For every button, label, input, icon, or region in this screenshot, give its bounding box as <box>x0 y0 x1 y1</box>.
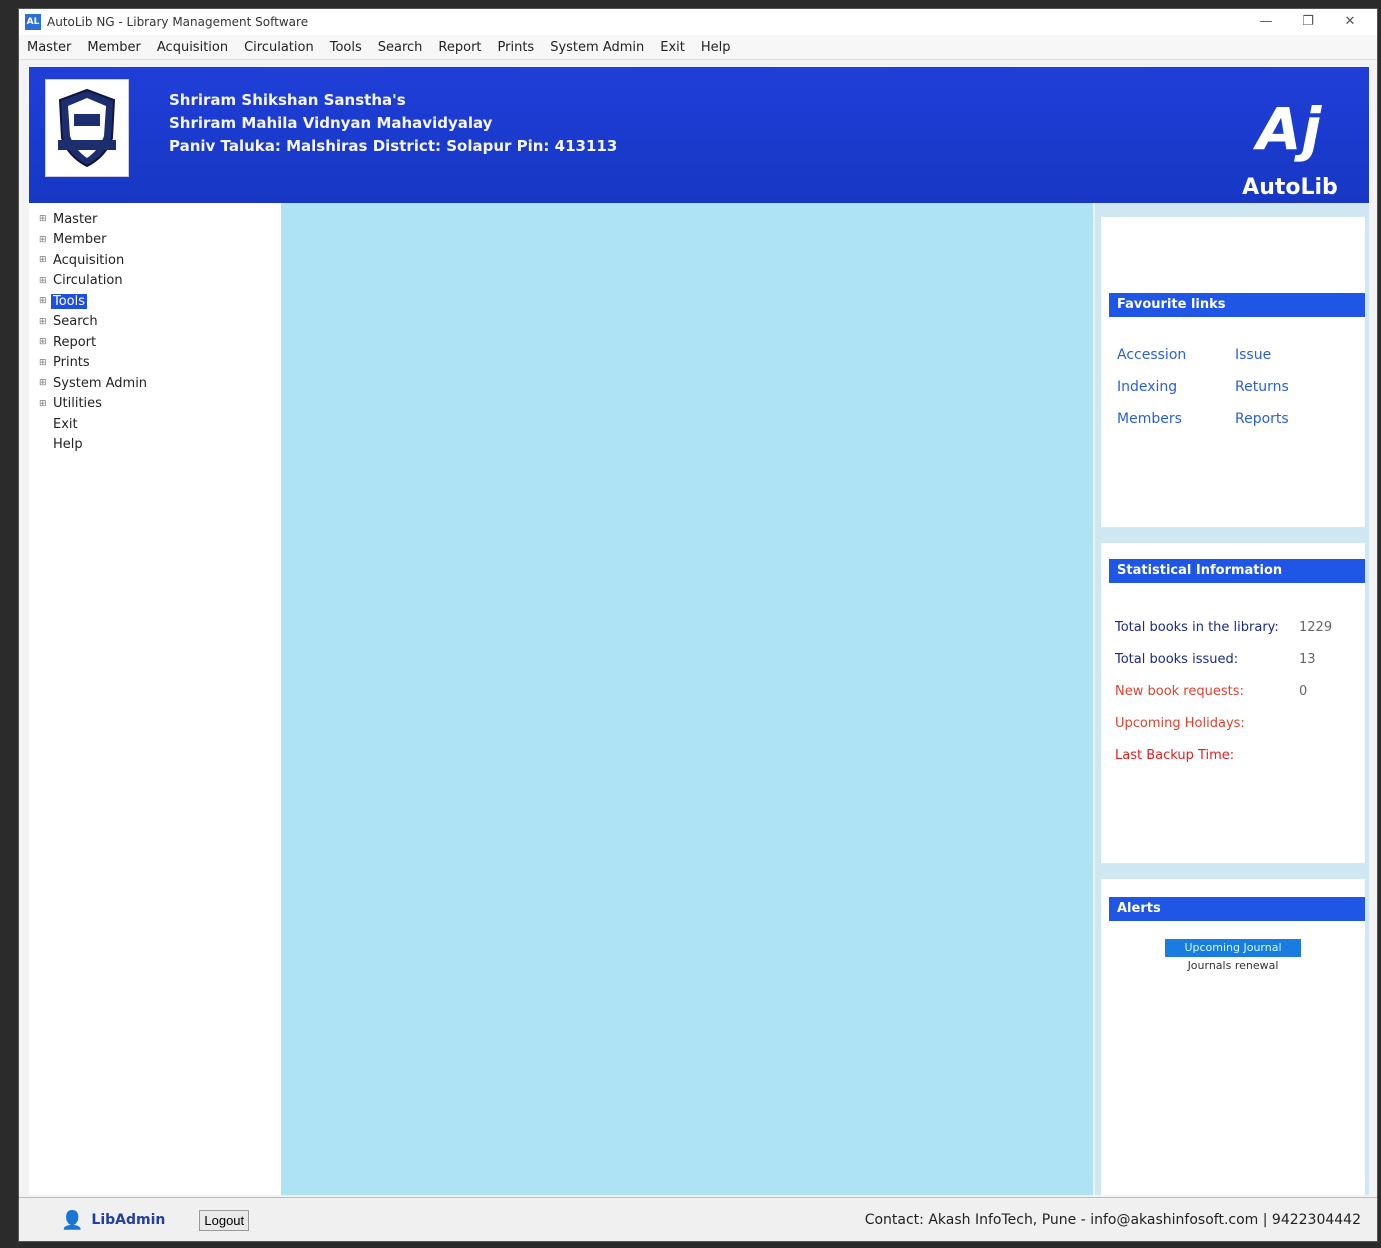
favourite-link-returns[interactable]: Returns <box>1235 379 1345 395</box>
expand-icon[interactable]: ⊞ <box>39 317 51 327</box>
alerts-panel: Alerts Upcoming Journal Journals renewal <box>1101 879 1365 1195</box>
close-icon[interactable]: ✕ <box>1329 11 1371 33</box>
college-logo <box>45 79 129 177</box>
statistics-panel: Statistical Information Total books in t… <box>1101 543 1365 863</box>
sidebar-item-label: Utilities <box>53 396 102 412</box>
menu-item-report[interactable]: Report <box>430 40 489 55</box>
expand-icon[interactable]: ⊞ <box>39 214 51 224</box>
expand-icon[interactable]: ⊞ <box>39 337 51 347</box>
app-window: AL AutoLib NG - Library Management Softw… <box>18 8 1378 1242</box>
menu-item-circulation[interactable]: Circulation <box>236 40 322 55</box>
menu-item-help[interactable]: Help <box>693 40 739 55</box>
sidebar-item-acquisition[interactable]: ⊞ Acquisition <box>29 250 281 271</box>
stat-value: 0 <box>1299 683 1308 699</box>
sidebar-item-utilities[interactable]: ⊞ Utilities <box>29 394 281 415</box>
expand-icon[interactable]: ⊞ <box>39 276 51 286</box>
stat-label: Total books in the library: <box>1115 619 1279 635</box>
favourite-links-title: Favourite links <box>1109 293 1365 317</box>
contact-info: Contact: Akash InfoTech, Pune - info@aka… <box>864 1212 1361 1228</box>
expand-icon[interactable]: ⊞ <box>39 358 51 368</box>
institution-details: Shriram Shikshan Sanstha's Shriram Mahila… <box>169 89 617 158</box>
expand-icon[interactable]: ⊞ <box>39 255 51 265</box>
stat-value: 1229 <box>1299 619 1333 635</box>
stat-row: Last Backup Time: <box>1101 739 1365 771</box>
expand-icon[interactable]: ⊞ <box>39 378 51 388</box>
window-title: AutoLib NG - Library Management Software <box>47 15 309 29</box>
status-bar: 👤 LibAdmin Logout Contact: Akash InfoTec… <box>19 1197 1377 1241</box>
sidebar-item-system-admin[interactable]: ⊞ System Admin <box>29 373 281 394</box>
right-panel: Favourite links Accession Issue Indexing Re… <box>1095 203 1369 1195</box>
sidebar-item-label: Circulation <box>53 273 123 289</box>
stat-row: Total books issued: 13 <box>1101 643 1365 675</box>
sidebar-item-label: Acquisition <box>53 252 125 268</box>
favourite-link-reports[interactable]: Reports <box>1235 411 1345 427</box>
sidebar-item-label: Exit <box>53 416 78 432</box>
user-icon: 👤 <box>61 1209 84 1231</box>
menu-item-search[interactable]: Search <box>370 40 431 55</box>
favourite-link-accession[interactable]: Accession <box>1117 347 1235 363</box>
stat-label: New book requests: <box>1115 683 1244 699</box>
window-controls: — ❐ ✕ <box>1245 11 1371 33</box>
sidebar-item-help[interactable]: Help <box>29 435 281 456</box>
header-line: Paniv Taluka: Malshiras District: Solapu… <box>169 137 618 155</box>
stat-row: New book requests: 0 <box>1101 675 1365 707</box>
alerts-title: Alerts <box>1109 897 1365 921</box>
alert-subtext: Journals renewal <box>1187 959 1279 972</box>
institution-header: Shriram Shikshan Sanstha's Shriram Mahila… <box>29 67 1369 203</box>
sidebar-item-label: Report <box>53 334 97 350</box>
stat-label: Last Backup Time: <box>1115 747 1235 763</box>
brand-name: AutoLib <box>1242 175 1338 200</box>
alert-badge[interactable]: Upcoming Journal <box>1165 939 1301 957</box>
logout-button[interactable]: Logout <box>199 1209 250 1231</box>
autolib-logo-icon: Aj <box>1256 95 1322 163</box>
sidebar-item-label: Prints <box>53 355 90 371</box>
menu-item-system-admin[interactable]: System Admin <box>542 40 652 55</box>
menu-item-tools[interactable]: Tools <box>322 40 370 55</box>
stat-row: Upcoming Holidays: <box>1101 707 1365 739</box>
menu-item-exit[interactable]: Exit <box>652 40 693 55</box>
stat-row: Total books in the library: 1229 <box>1101 611 1365 643</box>
title-bar: AL AutoLib NG - Library Management Softw… <box>19 9 1377 35</box>
sidebar-item-search[interactable]: ⊞ Search <box>29 312 281 333</box>
statistics-title: Statistical Information <box>1109 559 1365 583</box>
nav-tree: ⊞ Master ⊞ Member ⊞ Acquisition ⊞ Circulation ⊞ T… <box>29 203 281 1195</box>
menu-bar: Master Member Acquisition Circulation Tools S… <box>19 35 1377 60</box>
sidebar-item-label: Help <box>53 437 83 453</box>
sidebar-item-label: Tools <box>51 293 88 309</box>
sidebar-item-label: Master <box>53 211 98 227</box>
minimize-icon[interactable]: — <box>1245 11 1287 33</box>
expand-icon[interactable]: ⊞ <box>39 296 51 306</box>
menu-item-member[interactable]: Member <box>79 40 148 55</box>
app-icon: AL <box>25 14 41 30</box>
sidebar-item-exit[interactable]: Exit <box>29 414 281 435</box>
stat-value: 13 <box>1299 651 1316 667</box>
sidebar-item-label: Member <box>53 232 107 248</box>
expand-icon[interactable]: ⊞ <box>39 235 51 245</box>
stat-label: Upcoming Holidays: <box>1115 715 1245 731</box>
workspace-area <box>281 203 1093 1195</box>
sidebar-item-prints[interactable]: ⊞ Prints <box>29 353 281 374</box>
favourite-link-issue[interactable]: Issue <box>1235 347 1345 363</box>
restore-icon[interactable]: ❐ <box>1287 11 1329 33</box>
favourite-link-indexing[interactable]: Indexing <box>1117 379 1235 395</box>
sidebar-item-master[interactable]: ⊞ Master <box>29 209 281 230</box>
menu-item-prints[interactable]: Prints <box>490 40 543 55</box>
username-label: LibAdmin <box>91 1212 166 1228</box>
sidebar-item-report[interactable]: ⊞ Report <box>29 332 281 353</box>
header-line: Shriram Mahila Vidnyan Mahavidyalay <box>169 114 493 132</box>
favourite-link-members[interactable]: Members <box>1117 411 1235 427</box>
menu-item-master[interactable]: Master <box>19 40 79 55</box>
stat-label: Total books issued: <box>1115 651 1239 667</box>
sidebar-item-label: Search <box>53 314 98 330</box>
sidebar-item-tools[interactable]: ⊞ Tools <box>29 291 281 312</box>
favourite-links-panel: Favourite links Accession Issue Indexing Re… <box>1101 217 1365 527</box>
sidebar-item-circulation[interactable]: ⊞ Circulation <box>29 271 281 292</box>
sidebar-item-member[interactable]: ⊞ Member <box>29 230 281 251</box>
expand-icon[interactable]: ⊞ <box>39 399 51 409</box>
sidebar-item-label: System Admin <box>53 375 148 391</box>
favourite-links-grid: Accession Issue Indexing Returns Members Repo… <box>1101 317 1365 427</box>
statistics-list: Total books in the library: 1229 Total boo… <box>1101 611 1365 771</box>
header-line: Shriram Shikshan Sanstha's <box>169 91 406 109</box>
menu-item-acquisition[interactable]: Acquisition <box>149 40 236 55</box>
